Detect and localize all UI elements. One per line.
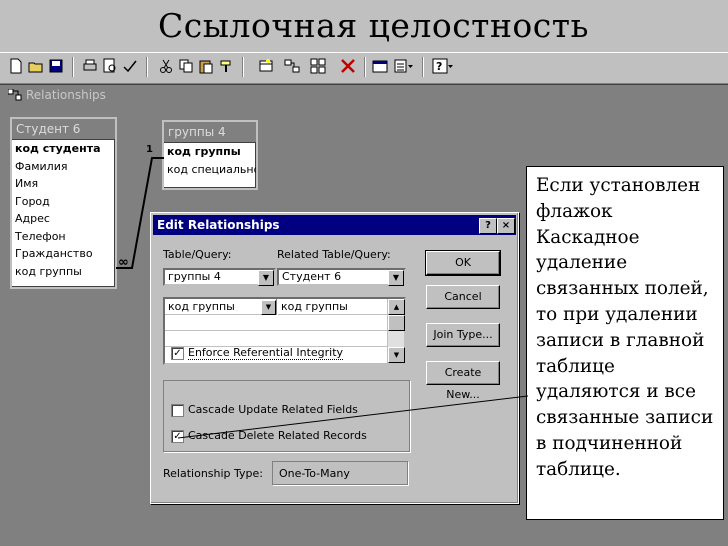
- cancel-button[interactable]: Cancel: [426, 285, 500, 309]
- field-item[interactable]: код студента: [12, 140, 115, 158]
- open-icon[interactable]: [28, 58, 44, 74]
- grid-row-empty[interactable]: [165, 331, 388, 347]
- grid-cell-left[interactable]: код группы ▼: [165, 299, 277, 315]
- dialog-titlebar[interactable]: Edit Relationships ? ×: [153, 215, 516, 235]
- cascade-delete-checkbox[interactable]: ✓: [171, 430, 184, 443]
- copy-icon[interactable]: [178, 58, 194, 74]
- paste-icon[interactable]: [198, 58, 214, 74]
- cascade-update-label[interactable]: Cascade Update Related Fields: [188, 403, 358, 416]
- field-item[interactable]: Гражданство: [12, 245, 115, 263]
- field-item[interactable]: Телефон: [12, 228, 115, 246]
- relationship-type-value: One-To-Many: [272, 461, 408, 485]
- delete-icon[interactable]: [340, 58, 356, 74]
- callout-line: связанные записи: [536, 407, 714, 429]
- slide-title: Ссылочная целостность: [158, 6, 590, 45]
- table-query-value: группы 4: [168, 270, 221, 283]
- grid-scrollbar[interactable]: ▲ ▼: [387, 299, 405, 363]
- table-query-label: Table/Query:: [163, 248, 232, 261]
- callout-line: удаление: [536, 252, 628, 274]
- new-icon[interactable]: [8, 58, 24, 74]
- enforce-integrity-label[interactable]: Enforce Referential Integrity: [188, 346, 344, 360]
- relationship-one-label: 1: [146, 144, 153, 155]
- related-table-label: Related Table/Query:: [277, 248, 391, 261]
- save-icon[interactable]: [48, 58, 64, 74]
- field-item[interactable]: Имя: [12, 175, 115, 193]
- callout-line: Каскадное: [536, 226, 640, 248]
- scroll-up-icon[interactable]: ▲: [388, 299, 405, 315]
- field-item[interactable]: код группы: [12, 263, 115, 281]
- window-title: Relationships: [26, 88, 106, 102]
- grid-row-empty[interactable]: [165, 315, 388, 331]
- table-student[interactable]: Студент 6 код студента Фамилия Имя Город…: [10, 117, 117, 289]
- print-icon[interactable]: [82, 58, 98, 74]
- relationship-type-label: Relationship Type:: [163, 467, 263, 480]
- dialog-title: Edit Relationships: [157, 218, 280, 232]
- format-painter-icon[interactable]: [218, 58, 234, 74]
- enforce-integrity-checkbox[interactable]: ✓: [171, 347, 184, 360]
- show-all-icon[interactable]: [310, 58, 326, 74]
- scroll-down-icon[interactable]: ▼: [388, 347, 405, 363]
- callout-line: таблице.: [536, 458, 621, 480]
- table-groups[interactable]: группы 4 код группы код специальнос: [162, 120, 258, 190]
- new-object-icon[interactable]: [394, 58, 413, 74]
- field-item[interactable]: код группы: [164, 143, 256, 161]
- callout-line: в подчиненной: [536, 432, 683, 454]
- cascade-update-checkbox[interactable]: [171, 404, 184, 417]
- join-type-button[interactable]: Join Type...: [426, 323, 500, 347]
- cascade-delete-label[interactable]: Cascade Delete Related Records: [188, 429, 367, 442]
- callout-line: связанных полей,: [536, 278, 709, 300]
- show-table-icon[interactable]: [258, 58, 274, 74]
- callout-line: флажок: [536, 200, 613, 222]
- create-new-button[interactable]: Create New...: [426, 361, 500, 401]
- preview-icon[interactable]: [102, 58, 118, 74]
- slide-title-bar: Ссылочная целостность: [0, 0, 728, 52]
- callout-line: записи в главной: [536, 329, 705, 351]
- spelling-icon[interactable]: [122, 58, 138, 74]
- toolbar: ?: [0, 52, 728, 84]
- table-query-select[interactable]: группы 4 ▼: [163, 268, 276, 286]
- grid-cell-right[interactable]: код группы: [278, 299, 388, 315]
- field-item[interactable]: Адрес: [12, 210, 115, 228]
- related-table-value: Студент 6: [282, 270, 342, 283]
- scroll-thumb[interactable]: [388, 315, 405, 331]
- callout-line: Если установлен: [536, 175, 701, 196]
- field-item[interactable]: Город: [12, 193, 115, 211]
- table-header[interactable]: Студент 6: [12, 119, 115, 140]
- help-icon[interactable]: ?: [432, 58, 453, 74]
- svg-text:?: ?: [436, 60, 442, 73]
- callout-line: то при удалении: [536, 303, 698, 325]
- field-item[interactable]: код специальнос: [164, 161, 256, 179]
- dialog-close-button[interactable]: ×: [497, 218, 515, 234]
- show-direct-icon[interactable]: [284, 58, 300, 74]
- chevron-down-icon[interactable]: ▼: [258, 270, 274, 286]
- callout-line: таблице: [536, 355, 615, 377]
- table-header[interactable]: группы 4: [164, 122, 256, 143]
- field-item[interactable]: Фамилия: [12, 158, 115, 176]
- explanation-callout: Если установлен флажок Каскадное удалени…: [526, 166, 724, 520]
- relationships-icon: [8, 89, 22, 101]
- dialog-help-button[interactable]: ?: [479, 218, 497, 234]
- cut-icon[interactable]: [158, 58, 174, 74]
- properties-icon[interactable]: [372, 58, 388, 74]
- related-table-select[interactable]: Студент 6 ▼: [277, 268, 406, 286]
- callout-line: удаляются и все: [536, 381, 696, 403]
- ok-button[interactable]: OK: [425, 250, 501, 276]
- chevron-down-icon[interactable]: ▼: [388, 270, 404, 286]
- chevron-down-icon[interactable]: ▼: [261, 300, 276, 315]
- relationships-window-titlebar[interactable]: Relationships: [0, 84, 728, 107]
- relationship-many-label: ∞: [118, 255, 129, 270]
